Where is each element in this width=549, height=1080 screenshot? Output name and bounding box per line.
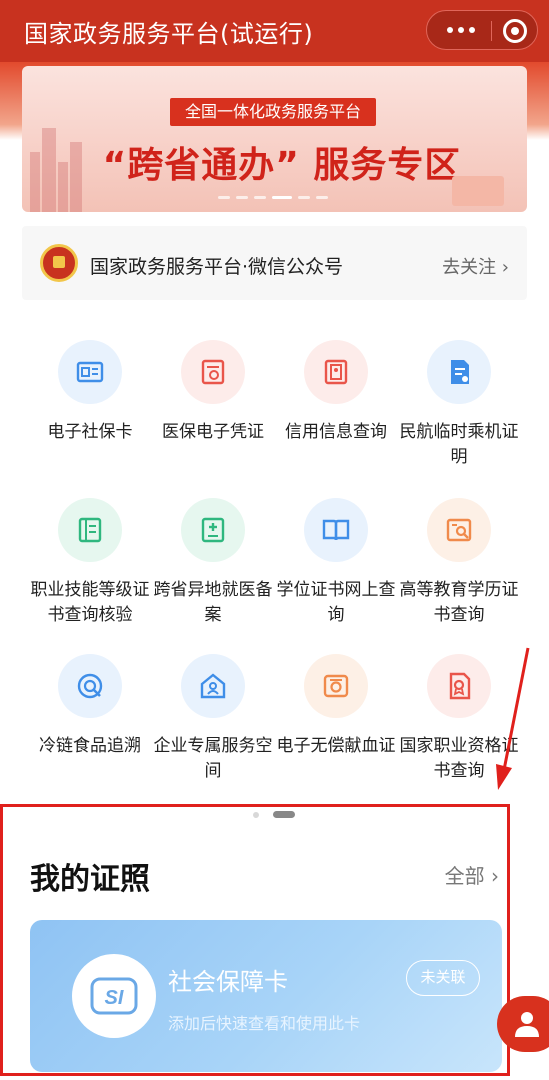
service-label: 职业技能等级证书查询核验	[30, 580, 150, 625]
mini-program-header: 国家政务服务平台(试运行)	[0, 0, 549, 62]
skill-certificate-icon	[58, 498, 122, 562]
service-label: 国家职业资格证书查询	[399, 736, 519, 781]
customer-service-button[interactable]	[497, 996, 549, 1052]
medical-voucher-icon	[181, 340, 245, 404]
laptop-illustration-icon	[452, 176, 504, 206]
medical-filing-icon	[181, 498, 245, 562]
more-icon[interactable]	[441, 18, 481, 42]
credit-info-icon	[304, 340, 368, 404]
service-label: 冷链食品追溯	[39, 736, 141, 756]
capsule-divider	[491, 21, 492, 41]
service-label: 信用信息查询	[285, 422, 387, 442]
service-label: 企业专属服务空间	[153, 736, 273, 781]
highlight-annotation-box	[0, 804, 510, 1076]
page-title: 国家政务服务平台(试运行)	[24, 20, 314, 48]
professional-qualification-icon	[427, 654, 491, 718]
close-mini-program-icon[interactable]	[503, 19, 527, 43]
person-icon	[515, 1012, 539, 1037]
service-label: 跨省异地就医备案	[153, 580, 273, 625]
promo-banner[interactable]: 全国一体化政务服务平台 “跨省通办” 服务专区	[22, 66, 527, 212]
mini-program-capsule	[426, 10, 538, 50]
banner-indicator	[218, 196, 328, 200]
service-label: 学位证书网上查询	[276, 580, 396, 625]
service-label: 电子社保卡	[47, 422, 133, 442]
degree-book-icon	[304, 498, 368, 562]
service-grid: 电子社保卡 医保电子凭证 信用信息查询 民航临时乘机证明 职业技能等级证书查询核…	[0, 340, 549, 800]
service-label: 电子无偿献血证	[276, 736, 396, 756]
enterprise-space-icon	[181, 654, 245, 718]
blood-donation-icon	[304, 654, 368, 718]
cold-chain-icon	[58, 654, 122, 718]
boarding-certificate-icon	[427, 340, 491, 404]
banner-tag: 全国一体化政务服务平台	[170, 98, 376, 126]
social-security-card-icon	[58, 340, 122, 404]
education-certificate-icon	[427, 498, 491, 562]
banner-headline: “跨省通办” 服务专区	[102, 145, 462, 186]
follow-button[interactable]: 去关注 ›	[442, 253, 509, 279]
service-label: 民航临时乘机证明	[399, 422, 519, 467]
city-skyline-icon	[28, 118, 88, 212]
service-label: 高等教育学历证书查询	[399, 580, 519, 625]
national-emblem-icon	[40, 244, 78, 282]
service-label: 医保电子凭证	[162, 422, 264, 442]
official-account-bar[interactable]: 国家政务服务平台·微信公众号 去关注 ›	[22, 226, 527, 300]
official-account-name: 国家政务服务平台·微信公众号	[90, 256, 344, 278]
